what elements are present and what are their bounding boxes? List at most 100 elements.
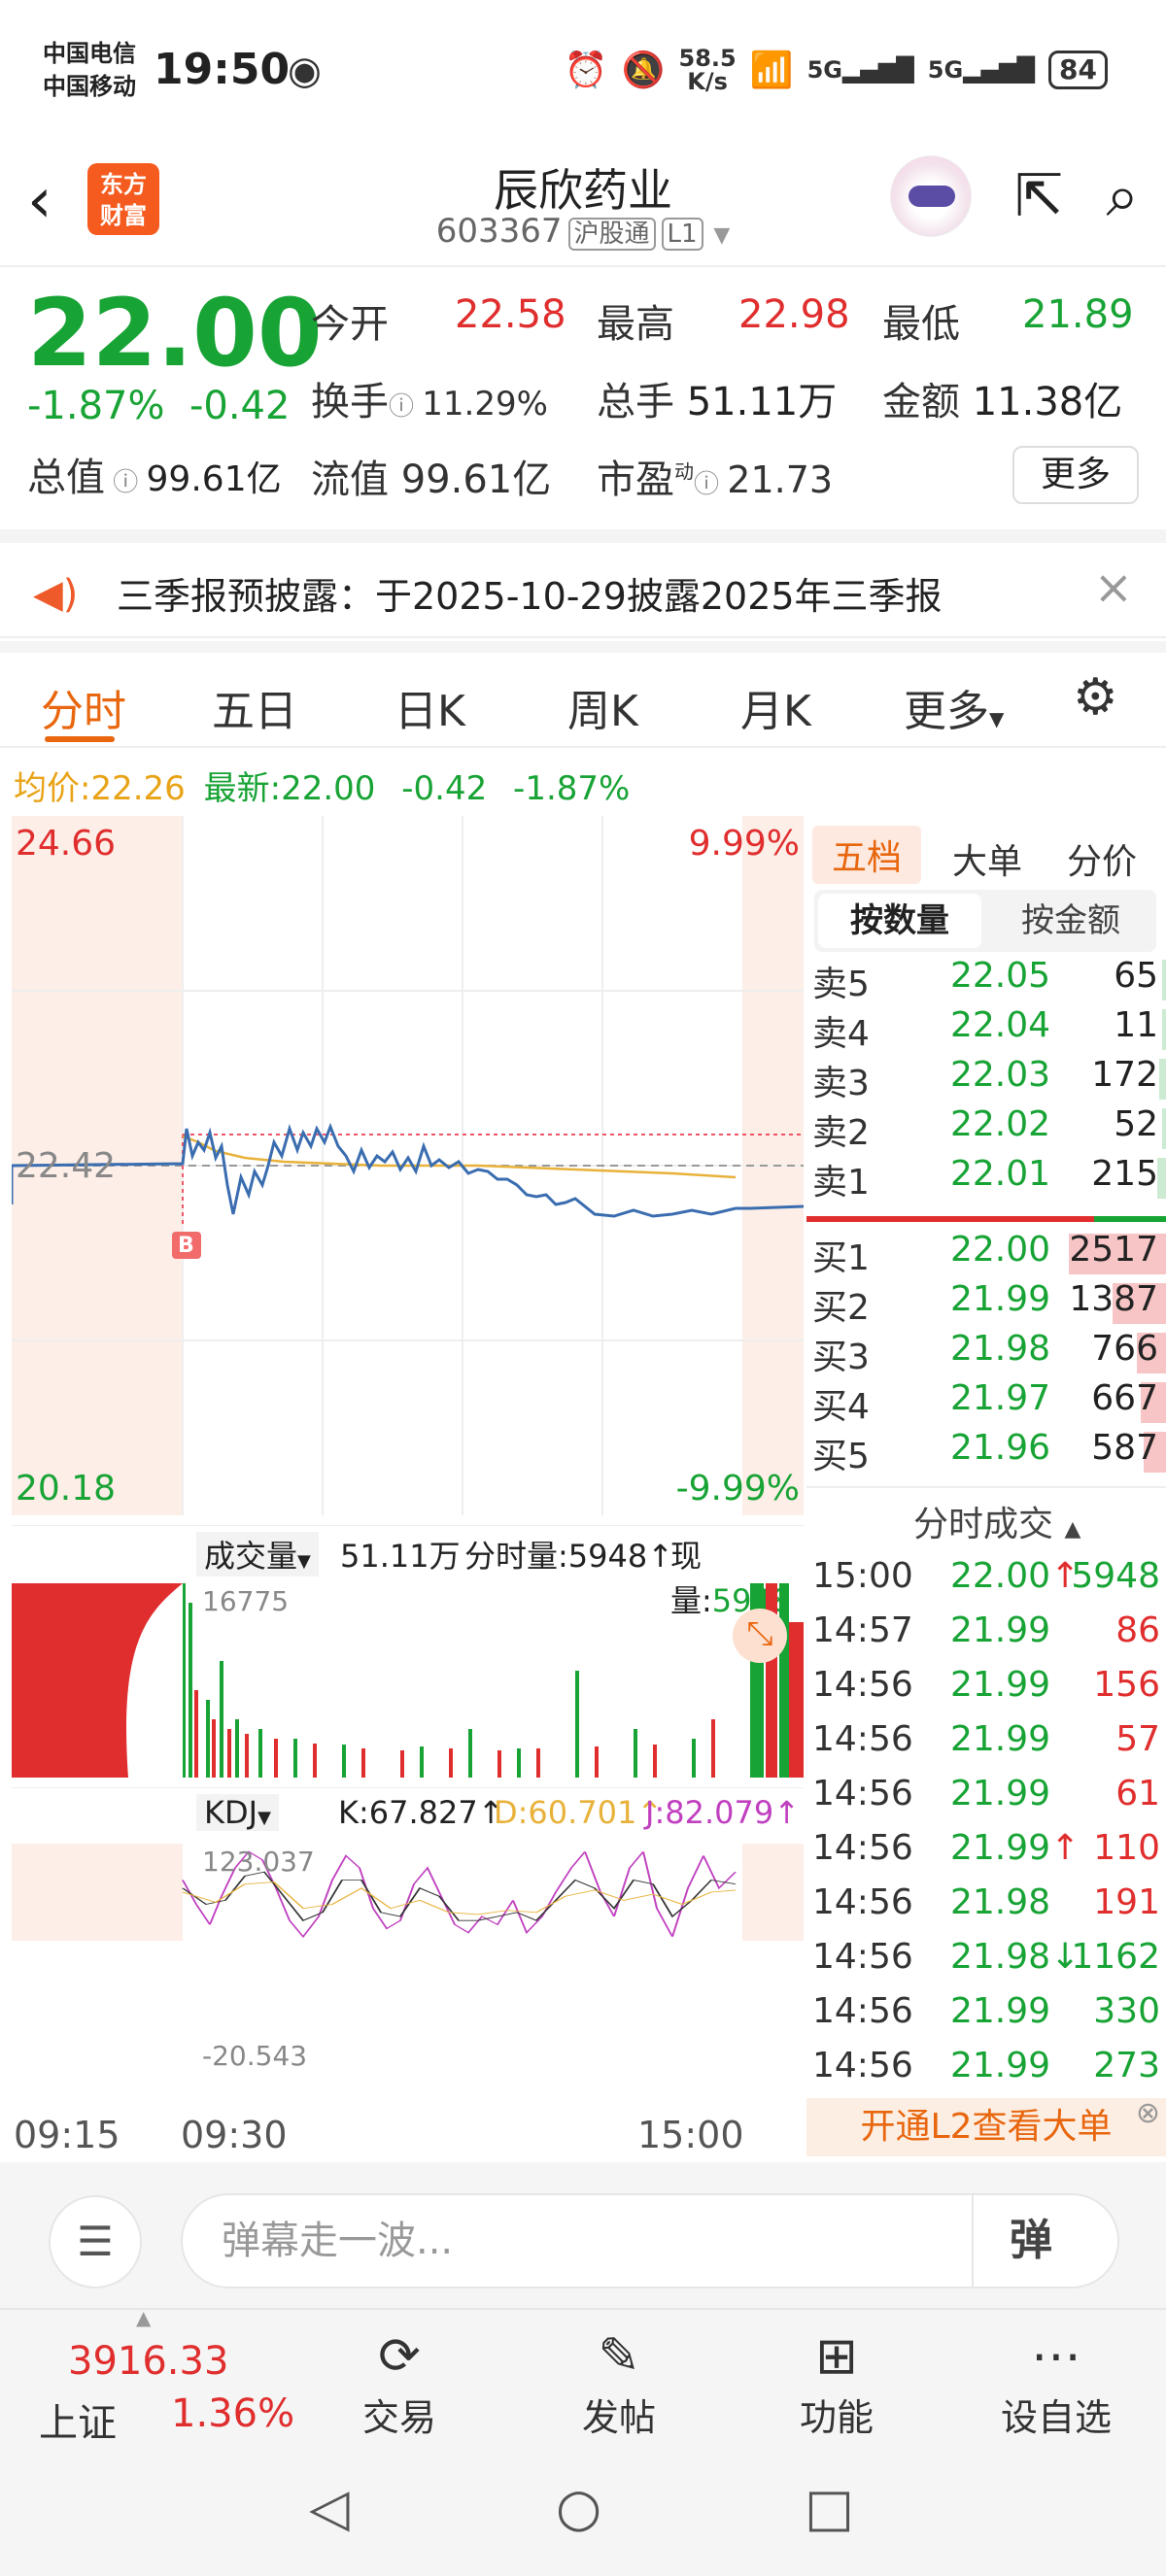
tab-monthly-k[interactable]: 月K [740, 676, 811, 738]
bid-price: 21.98 [950, 1329, 1051, 1369]
bid-row[interactable]: 买1 22.00 2517 [806, 1230, 1166, 1278]
tick-row: 14:56 21.98↓ 1162 [806, 1937, 1166, 1991]
tab-indicator [45, 736, 115, 742]
tick-volume: 5948 [1071, 1556, 1160, 1596]
change-line: -1.87% -0.42 [27, 384, 290, 428]
change-pct: -1.87% [27, 384, 165, 428]
ask-price: 22.05 [950, 956, 1051, 996]
notice-bar[interactable]: ◀) 三季报预披露：于2025-10-29披露2025年三季报 × [0, 529, 1166, 638]
bid-price: 21.97 [950, 1378, 1051, 1418]
ask-qty: 11 [1114, 1005, 1158, 1045]
search-icon[interactable]: ⌕ [1106, 162, 1139, 230]
float-value: 流值 99.61亿 [311, 458, 552, 502]
ask-row[interactable]: 卖4 22.04 11 [806, 1005, 1166, 1054]
status-bar: 中国电信 中国移动 19:50 ◉ ⏰ 🔕 58.5 K/s 📶 5G▂▄▆█ 5… [0, 0, 1166, 146]
pct-top-label: 9.99% [688, 824, 800, 864]
quote-panel: 22.00 -1.87% -0.42 总值 ⓘ 99.61亿 今开 22.58 … [0, 269, 1166, 529]
tick-row: 14:56 21.98 191 [806, 1882, 1166, 1937]
danmu-toggle-button[interactable]: 弹 [972, 2195, 1088, 2287]
tick-time: 14:56 [812, 1991, 913, 2031]
ask-depth-bar [1162, 1108, 1166, 1149]
status-icons: ⏰ 🔕 58.5 K/s 📶 5G▂▄▆█ 5G▂▄▆█ 84 [565, 47, 1108, 93]
tick-time: 14:56 [812, 1882, 913, 1922]
ask-row[interactable]: 卖3 22.03 172 [806, 1055, 1166, 1103]
stock-header: ‹ 东方 财富 辰欣药业 603367 沪股通 L1 ▼ ⇱ ⌕ [0, 146, 1166, 267]
tick-time: 14:56 [812, 1937, 913, 1977]
tick-volume: 191 [1093, 1882, 1160, 1922]
tick-price: 21.99 [950, 2046, 1051, 2085]
ask-row[interactable]: 卖5 22.05 65 [806, 956, 1166, 1004]
ask-qty: 52 [1114, 1104, 1158, 1144]
recents-nav-icon[interactable]: □ [805, 2477, 854, 2538]
ask-level: 卖1 [812, 1163, 870, 1203]
bottom-nav: ▲ 3916.33 上证 1.36% ⟳ 交易 ✎ 发帖 ⊞ 功能 ⋯ 设自选 [0, 2306, 1166, 2454]
tick-row: 14:56 21.99 57 [806, 1719, 1166, 1774]
expand-icon[interactable]: ⤡ [733, 1609, 787, 1663]
settings-gear-icon[interactable]: ⚙ [1073, 668, 1118, 727]
tab-price-dist[interactable]: 分价 [1067, 833, 1137, 884]
bid-qty: 2517 [1069, 1230, 1158, 1270]
volume-max-label: 16775 [202, 1585, 290, 1617]
bid-level: 买5 [812, 1437, 870, 1476]
chevron-down-icon: ▼ [713, 223, 731, 248]
ask-row[interactable]: 卖2 22.02 52 [806, 1104, 1166, 1153]
nav-add-watchlist[interactable]: ⋯ 设自选 [983, 2325, 1129, 2441]
wifi-icon: 📶 [749, 51, 794, 90]
nav-trade[interactable]: ⟳ 交易 [326, 2325, 472, 2441]
tab-big-orders[interactable]: 大单 [952, 833, 1022, 884]
tick-price: 21.99 [950, 1774, 1051, 1813]
tab-more[interactable]: 更多▼ [904, 676, 1004, 738]
l2-upgrade-banner[interactable]: 开通L2查看大单 ⊗ [806, 2096, 1166, 2156]
ask-level: 卖4 [812, 1014, 870, 1054]
change-value: -0.42 [189, 384, 291, 428]
net-speed: 58.5 K/s [678, 45, 737, 95]
ticks-title[interactable]: 分时成交 ▲ [913, 1496, 1080, 1546]
kdj-lines [12, 1844, 804, 1941]
back-nav-icon[interactable]: ◁ [309, 2477, 350, 2538]
bid-row[interactable]: 买2 21.99 1387 [806, 1279, 1166, 1328]
tick-price: 21.99↑ [950, 1828, 1080, 1868]
tab-intraday[interactable]: 分时 [41, 676, 126, 738]
tab-daily-k[interactable]: 日K [394, 676, 465, 738]
danmu-input[interactable]: 弹幕走一波... 弹 [181, 2193, 1119, 2288]
kdj-min-label: -20.543 [202, 2040, 308, 2072]
intraday-chart[interactable]: 24.66 22.42 20.18 9.99% -9.99% B 成交量▼ 51… [10, 816, 805, 2156]
index-ticker[interactable]: ▲ 3916.33 上证 1.36% [0, 2306, 294, 2454]
bid-row[interactable]: 买3 21.98 766 [806, 1329, 1166, 1377]
home-nav-icon[interactable]: ○ [556, 2477, 601, 2538]
close-icon[interactable]: × [1094, 560, 1133, 615]
more-quote-button[interactable]: 更多 [1012, 446, 1139, 504]
indicator-selector[interactable]: KDJ▼ [196, 1794, 279, 1831]
tick-row: 14:56 21.99 273 [806, 2046, 1166, 2100]
ask-level: 卖5 [812, 965, 870, 1004]
hk-connect-tag: 沪股通 [567, 218, 656, 251]
by-quantity-button[interactable]: 按数量 [818, 894, 981, 948]
ask-price: 22.02 [950, 1104, 1051, 1144]
ask-row[interactable]: 卖1 22.01 215 [806, 1154, 1166, 1203]
tab-five-day[interactable]: 五日 [212, 676, 297, 738]
tick-volume: 330 [1093, 1991, 1160, 2031]
bid-row[interactable]: 买4 21.97 667 [806, 1378, 1166, 1427]
tab-weekly-k[interactable]: 周K [567, 676, 638, 738]
tick-price: 21.99 [950, 1719, 1051, 1759]
open-label: 今开 [311, 302, 389, 347]
time-label-close: 15:00 [637, 2114, 744, 2156]
grid-icon: ⊞ [815, 2327, 858, 2386]
notice-text: 三季报预披露：于2025-10-29披露2025年三季报 [117, 575, 943, 618]
volume-selector[interactable]: 成交量▼ [196, 1532, 319, 1576]
assistant-avatar[interactable] [890, 155, 973, 237]
nav-post[interactable]: ✎ 发帖 [546, 2325, 692, 2441]
bid-row[interactable]: 买5 21.96 587 [806, 1428, 1166, 1476]
amount: 金额 11.38亿 [882, 380, 1123, 424]
share-icon[interactable]: ⇱ [1014, 162, 1063, 230]
by-amount-button[interactable]: 按金额 [989, 894, 1152, 948]
tab-level5[interactable]: 五档 [812, 826, 922, 884]
buy-marker-label: B [178, 1234, 194, 1258]
nav-functions[interactable]: ⊞ 功能 [764, 2325, 909, 2441]
tick-volume: 1162 [1071, 1937, 1160, 1977]
danmu-settings-icon[interactable]: ☰ [49, 2195, 142, 2288]
low-value: 21.89 [1022, 292, 1134, 337]
kdj-max-label: 123.037 [202, 1846, 315, 1878]
clock: 19:50 [154, 45, 291, 94]
current-price: 22.00 [27, 279, 323, 388]
